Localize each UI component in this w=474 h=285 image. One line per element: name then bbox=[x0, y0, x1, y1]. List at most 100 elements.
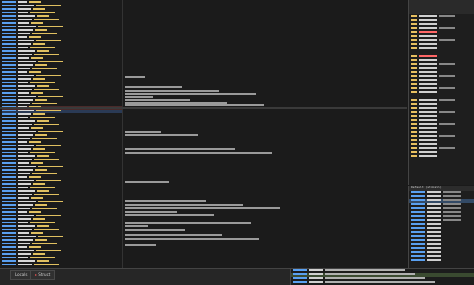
text-texture bbox=[33, 253, 45, 255]
text-texture bbox=[18, 158, 32, 161]
text-texture bbox=[2, 155, 16, 157]
stack-list[interactable] bbox=[409, 191, 474, 263]
text-texture bbox=[125, 96, 153, 98]
text-texture bbox=[2, 127, 16, 129]
text-texture bbox=[2, 204, 16, 206]
text-texture bbox=[18, 197, 29, 199]
bottom-panel: Locals ▸ Struct bbox=[0, 268, 474, 285]
text-texture bbox=[125, 229, 185, 231]
text-texture bbox=[37, 50, 49, 52]
text-texture bbox=[2, 162, 16, 164]
register-list[interactable] bbox=[411, 15, 457, 159]
text-texture bbox=[35, 204, 47, 206]
text-texture bbox=[125, 200, 206, 202]
text-texture bbox=[125, 222, 251, 224]
comment-line bbox=[125, 134, 200, 138]
text-texture bbox=[18, 169, 33, 171]
text-texture bbox=[443, 191, 461, 193]
text-texture bbox=[419, 123, 437, 125]
text-texture bbox=[18, 155, 35, 157]
text-texture bbox=[18, 15, 35, 17]
text-texture bbox=[38, 60, 63, 63]
text-texture bbox=[419, 55, 437, 57]
text-texture bbox=[34, 123, 59, 126]
text-texture bbox=[30, 186, 55, 189]
text-texture bbox=[411, 247, 425, 249]
text-texture bbox=[125, 86, 182, 88]
text-texture bbox=[309, 277, 323, 279]
text-texture bbox=[35, 64, 47, 66]
register-row[interactable] bbox=[411, 155, 457, 159]
text-texture bbox=[18, 102, 30, 105]
text-texture bbox=[18, 200, 36, 203]
dump-row[interactable] bbox=[291, 281, 474, 285]
text-texture bbox=[125, 76, 145, 78]
stack-pane[interactable]: Default (stdcall) bbox=[408, 186, 474, 268]
dump-pane[interactable] bbox=[290, 269, 474, 285]
text-texture bbox=[427, 203, 441, 205]
text-texture bbox=[32, 137, 57, 140]
text-texture bbox=[30, 256, 55, 259]
text-texture bbox=[439, 111, 455, 113]
text-texture bbox=[309, 273, 323, 275]
text-texture bbox=[2, 207, 16, 210]
text-texture bbox=[411, 231, 425, 233]
text-texture bbox=[18, 263, 32, 266]
text-texture bbox=[18, 64, 33, 66]
text-texture bbox=[18, 88, 32, 91]
text-texture bbox=[439, 99, 455, 101]
text-texture bbox=[419, 99, 437, 101]
text-texture bbox=[34, 18, 59, 21]
stack-row[interactable] bbox=[409, 259, 474, 263]
disassembly-pane[interactable] bbox=[0, 0, 407, 268]
tab-struct[interactable]: ▸ Struct bbox=[30, 270, 56, 280]
text-texture bbox=[125, 99, 190, 101]
text-texture bbox=[37, 15, 49, 17]
text-texture bbox=[18, 134, 33, 136]
text-texture bbox=[32, 32, 57, 35]
text-texture bbox=[2, 95, 16, 98]
text-texture bbox=[419, 47, 437, 49]
text-texture bbox=[419, 35, 437, 37]
text-texture bbox=[2, 71, 16, 73]
text-texture bbox=[33, 43, 45, 45]
text-texture bbox=[18, 53, 32, 56]
text-texture bbox=[2, 225, 16, 227]
text-texture bbox=[427, 227, 441, 229]
text-texture bbox=[411, 103, 417, 105]
text-texture bbox=[2, 15, 16, 17]
text-texture bbox=[427, 259, 441, 261]
text-texture bbox=[411, 135, 417, 137]
text-texture bbox=[125, 152, 272, 154]
registers-pane[interactable] bbox=[408, 0, 474, 185]
text-texture bbox=[29, 36, 41, 38]
text-texture bbox=[309, 281, 323, 283]
text-texture bbox=[2, 179, 16, 182]
text-texture bbox=[34, 193, 59, 196]
text-texture bbox=[18, 235, 36, 238]
text-texture bbox=[18, 130, 36, 133]
text-texture bbox=[419, 151, 437, 153]
disassembly-listing[interactable] bbox=[2, 1, 122, 267]
disassembly-line[interactable] bbox=[2, 263, 122, 268]
text-texture bbox=[32, 172, 57, 175]
text-texture bbox=[30, 221, 55, 224]
text-texture bbox=[411, 203, 425, 205]
text-texture bbox=[427, 207, 441, 209]
text-texture bbox=[2, 260, 16, 262]
text-texture bbox=[419, 15, 437, 17]
text-texture bbox=[411, 111, 417, 113]
text-texture bbox=[439, 75, 455, 77]
text-texture bbox=[18, 95, 36, 98]
text-texture bbox=[18, 176, 27, 178]
text-texture bbox=[33, 78, 45, 80]
text-texture bbox=[18, 50, 35, 52]
text-texture bbox=[35, 169, 47, 171]
script-icon: ▸ bbox=[35, 272, 38, 277]
text-texture bbox=[419, 139, 437, 141]
current-instruction-separator bbox=[0, 107, 407, 109]
text-texture bbox=[439, 39, 455, 41]
text-texture bbox=[411, 87, 417, 89]
text-texture bbox=[18, 123, 32, 126]
text-texture bbox=[18, 67, 30, 70]
